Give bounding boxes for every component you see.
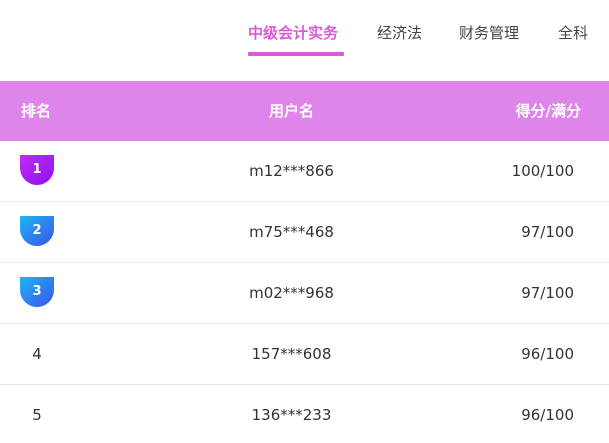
- username: m75***468: [249, 223, 334, 241]
- table-header: 排名 用户名 得分/满分: [0, 81, 609, 141]
- subject-tabs: 中级会计实务 经济法 财务管理 全科: [0, 0, 609, 80]
- tab-economic-law[interactable]: 经济法: [377, 20, 422, 46]
- score: 97/100: [521, 223, 574, 241]
- score: 97/100: [521, 284, 574, 302]
- table-row: 5 136***233 96/100: [0, 385, 609, 443]
- tab-financial-management[interactable]: 财务管理: [459, 20, 519, 46]
- tab-all-subjects[interactable]: 全科: [558, 20, 588, 46]
- score: 100/100: [511, 162, 574, 180]
- table-row: 1 m12***866 100/100: [0, 141, 609, 202]
- header-score: 得分/满分: [515, 102, 581, 120]
- header-username: 用户名: [268, 102, 314, 120]
- ranking-page: 中级会计实务 经济法 财务管理 全科 排名 用户名 得分/满分 1 m12***8…: [0, 0, 609, 443]
- table-row: 2 m75***468 97/100: [0, 202, 609, 263]
- table-row: 4 157***608 96/100: [0, 324, 609, 385]
- table-row: 3 m02***968 97/100: [0, 263, 609, 324]
- username: m12***866: [249, 162, 334, 180]
- username: 136***233: [251, 406, 332, 424]
- active-tab-indicator: [248, 52, 344, 56]
- tab-intermediate-accounting[interactable]: 中级会计实务: [248, 20, 338, 46]
- score: 96/100: [521, 406, 574, 424]
- username: m02***968: [249, 284, 334, 302]
- score: 96/100: [521, 345, 574, 363]
- username: 157***608: [251, 345, 332, 363]
